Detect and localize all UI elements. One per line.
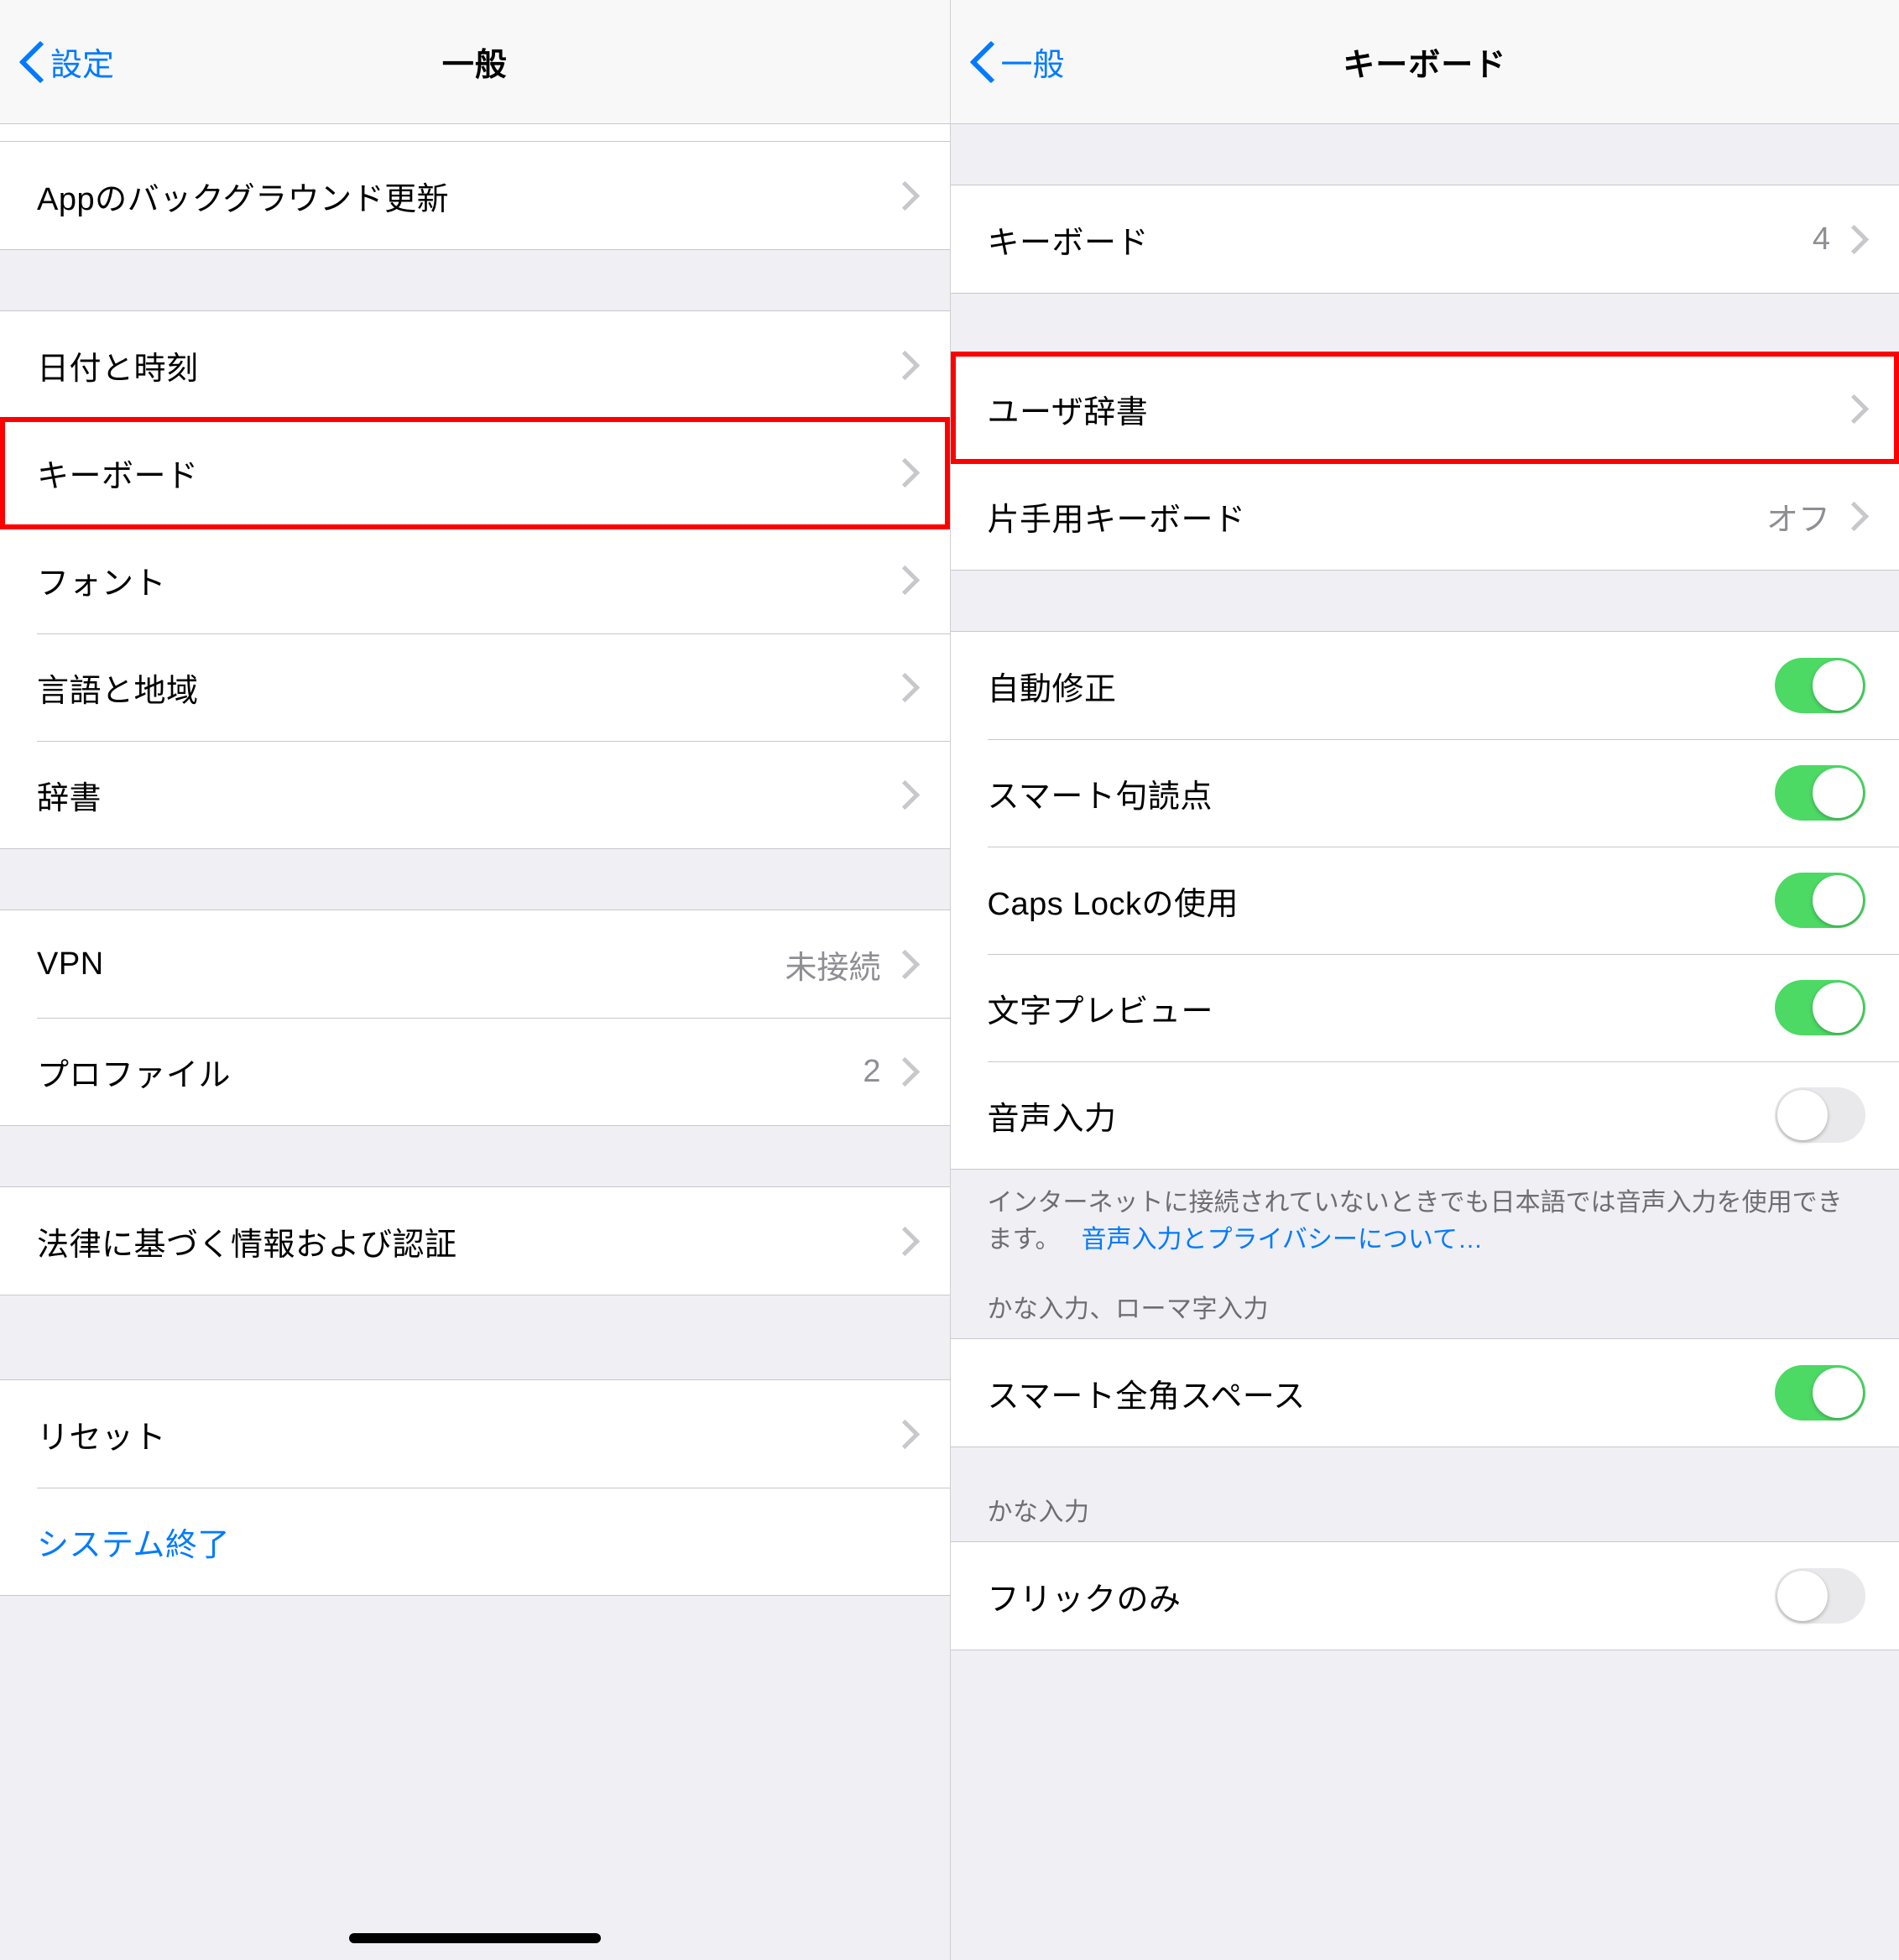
toggle-knob (1813, 983, 1863, 1033)
row-one-handed[interactable]: 片手用キーボードオフ (951, 462, 1899, 570)
screen-keyboard: 一般 キーボード キーボード4 ユーザ辞書片手用キーボードオフ 自動修正スマート… (950, 0, 1899, 1960)
toggle-knob (1813, 1368, 1863, 1418)
row-dictionary-label: 辞書 (37, 772, 896, 818)
row-smart-fullwidth-space-label: スマート全角スペース (988, 1370, 1776, 1416)
toggle-knob (1777, 1090, 1828, 1140)
row-char-preview-label: 文字プレビュー (988, 985, 1776, 1031)
row-profiles-label: プロファイル (37, 1049, 863, 1095)
home-indicator (349, 1933, 601, 1943)
toggle-knob (1813, 660, 1863, 711)
row-dictation-toggle[interactable] (1775, 1087, 1865, 1143)
content-general: Appのバックグラウンド更新日付と時刻キーボードフォント言語と地域辞書 VPN未接… (0, 124, 950, 1960)
row-profiles[interactable]: プロファイル2 (0, 1018, 950, 1125)
row-vpn-label: VPN (37, 946, 785, 983)
navbar-general: 設定 一般 (0, 0, 950, 124)
row-dictation-label: 音声入力 (988, 1092, 1776, 1139)
row-clipped-top (0, 124, 950, 141)
row-dictation[interactable]: 音声入力 (951, 1061, 1899, 1169)
row-caps-lock-toggle[interactable] (1775, 873, 1865, 928)
row-autocorrect-toggle[interactable] (1775, 658, 1865, 713)
row-shutdown[interactable]: システム終了 (0, 1488, 950, 1595)
page-title: 一般 (442, 39, 508, 85)
back-button-keyboard[interactable]: 一般 (968, 0, 1065, 123)
row-one-handed-label: 片手用キーボード (988, 493, 1766, 540)
navbar-keyboard: 一般 キーボード (951, 0, 1899, 124)
row-user-dictionary-label: ユーザ辞書 (988, 386, 1846, 432)
row-date-time[interactable]: 日付と時刻 (0, 311, 950, 419)
row-smart-punct-toggle[interactable] (1775, 765, 1865, 821)
row-dictionary[interactable]: 辞書 (0, 741, 950, 848)
row-fonts[interactable]: フォント (0, 526, 950, 633)
row-keyboards-label: キーボード (988, 216, 1813, 263)
chevron-right-icon (896, 456, 916, 489)
chevron-right-icon (896, 348, 916, 382)
dictation-note: インターネットに接続されていないときでも日本語では音声入力を使用できます。 音声… (951, 1170, 1899, 1258)
row-keyboards-value: 4 (1813, 222, 1830, 258)
content-keyboard: キーボード4 ユーザ辞書片手用キーボードオフ 自動修正スマート句読点 Caps L… (951, 124, 1899, 1960)
row-reset-label: リセット (37, 1411, 896, 1457)
row-smart-fullwidth-space[interactable]: スマート全角スペース (951, 1339, 1899, 1447)
chevron-right-icon (896, 670, 916, 704)
page-title: キーボード (1343, 39, 1506, 85)
row-regulatory-label: 法律に基づく情報および認証 (37, 1218, 896, 1264)
row-date-time-label: 日付と時刻 (37, 342, 896, 388)
row-char-preview[interactable]: 文字プレビュー (951, 954, 1899, 1061)
row-vpn[interactable]: VPN未接続 (0, 910, 950, 1018)
chevron-right-icon (896, 179, 916, 212)
row-profiles-value: 2 (863, 1054, 880, 1090)
row-smart-fullwidth-space-toggle[interactable] (1775, 1365, 1865, 1420)
chevron-right-icon (896, 1417, 916, 1451)
row-bg-refresh-label: Appのバックグラウンド更新 (37, 173, 896, 219)
section-header-kana: かな入力 (951, 1447, 1899, 1541)
chevron-right-icon (896, 1224, 916, 1258)
row-flick-only-label: フリックのみ (988, 1573, 1776, 1619)
row-bg-refresh[interactable]: Appのバックグラウンド更新 (0, 142, 950, 249)
chevron-left-icon (17, 39, 45, 85)
toggle-knob (1813, 768, 1863, 818)
row-keyboards[interactable]: キーボード4 (951, 185, 1899, 293)
row-flick-only[interactable]: フリックのみ (951, 1542, 1899, 1650)
chevron-right-icon (896, 778, 916, 811)
toggle-knob (1813, 875, 1863, 925)
row-keyboard[interactable]: キーボード (0, 419, 950, 526)
back-button-general[interactable]: 設定 (17, 0, 114, 123)
section-header-kana-romaji: かな入力、ローマ字入力 (951, 1258, 1899, 1338)
row-fonts-label: フォント (37, 557, 896, 603)
row-caps-lock[interactable]: Caps Lockの使用 (951, 847, 1899, 954)
row-keyboard-label: キーボード (37, 450, 896, 496)
chevron-right-icon (896, 563, 916, 597)
chevron-left-icon (968, 39, 996, 85)
row-user-dictionary[interactable]: ユーザ辞書 (951, 355, 1899, 462)
row-autocorrect[interactable]: 自動修正 (951, 632, 1899, 739)
chevron-right-icon (1845, 499, 1865, 533)
row-autocorrect-label: 自動修正 (988, 663, 1776, 709)
row-shutdown-label: システム終了 (37, 1519, 916, 1565)
row-char-preview-toggle[interactable] (1775, 980, 1865, 1035)
screen-general: 設定 一般 Appのバックグラウンド更新日付と時刻キーボードフォント言語と地域辞… (0, 0, 950, 1960)
chevron-right-icon (1845, 392, 1865, 425)
row-vpn-value: 未接続 (785, 941, 880, 988)
toggle-knob (1777, 1571, 1828, 1621)
row-one-handed-value: オフ (1766, 493, 1830, 540)
chevron-right-icon (896, 1055, 916, 1088)
row-regulatory[interactable]: 法律に基づく情報および認証 (0, 1187, 950, 1295)
row-reset[interactable]: リセット (0, 1380, 950, 1488)
chevron-right-icon (896, 947, 916, 981)
dictation-privacy-link[interactable]: 音声入力とプライバシーについて… (1082, 1226, 1484, 1254)
row-language-region[interactable]: 言語と地域 (0, 633, 950, 741)
row-caps-lock-label: Caps Lockの使用 (988, 878, 1776, 924)
chevron-right-icon (1845, 222, 1865, 256)
row-smart-punct-label: スマート句読点 (988, 770, 1776, 816)
row-language-region-label: 言語と地域 (37, 665, 896, 711)
row-flick-only-toggle[interactable] (1775, 1568, 1865, 1624)
row-smart-punct[interactable]: スマート句読点 (951, 739, 1899, 847)
